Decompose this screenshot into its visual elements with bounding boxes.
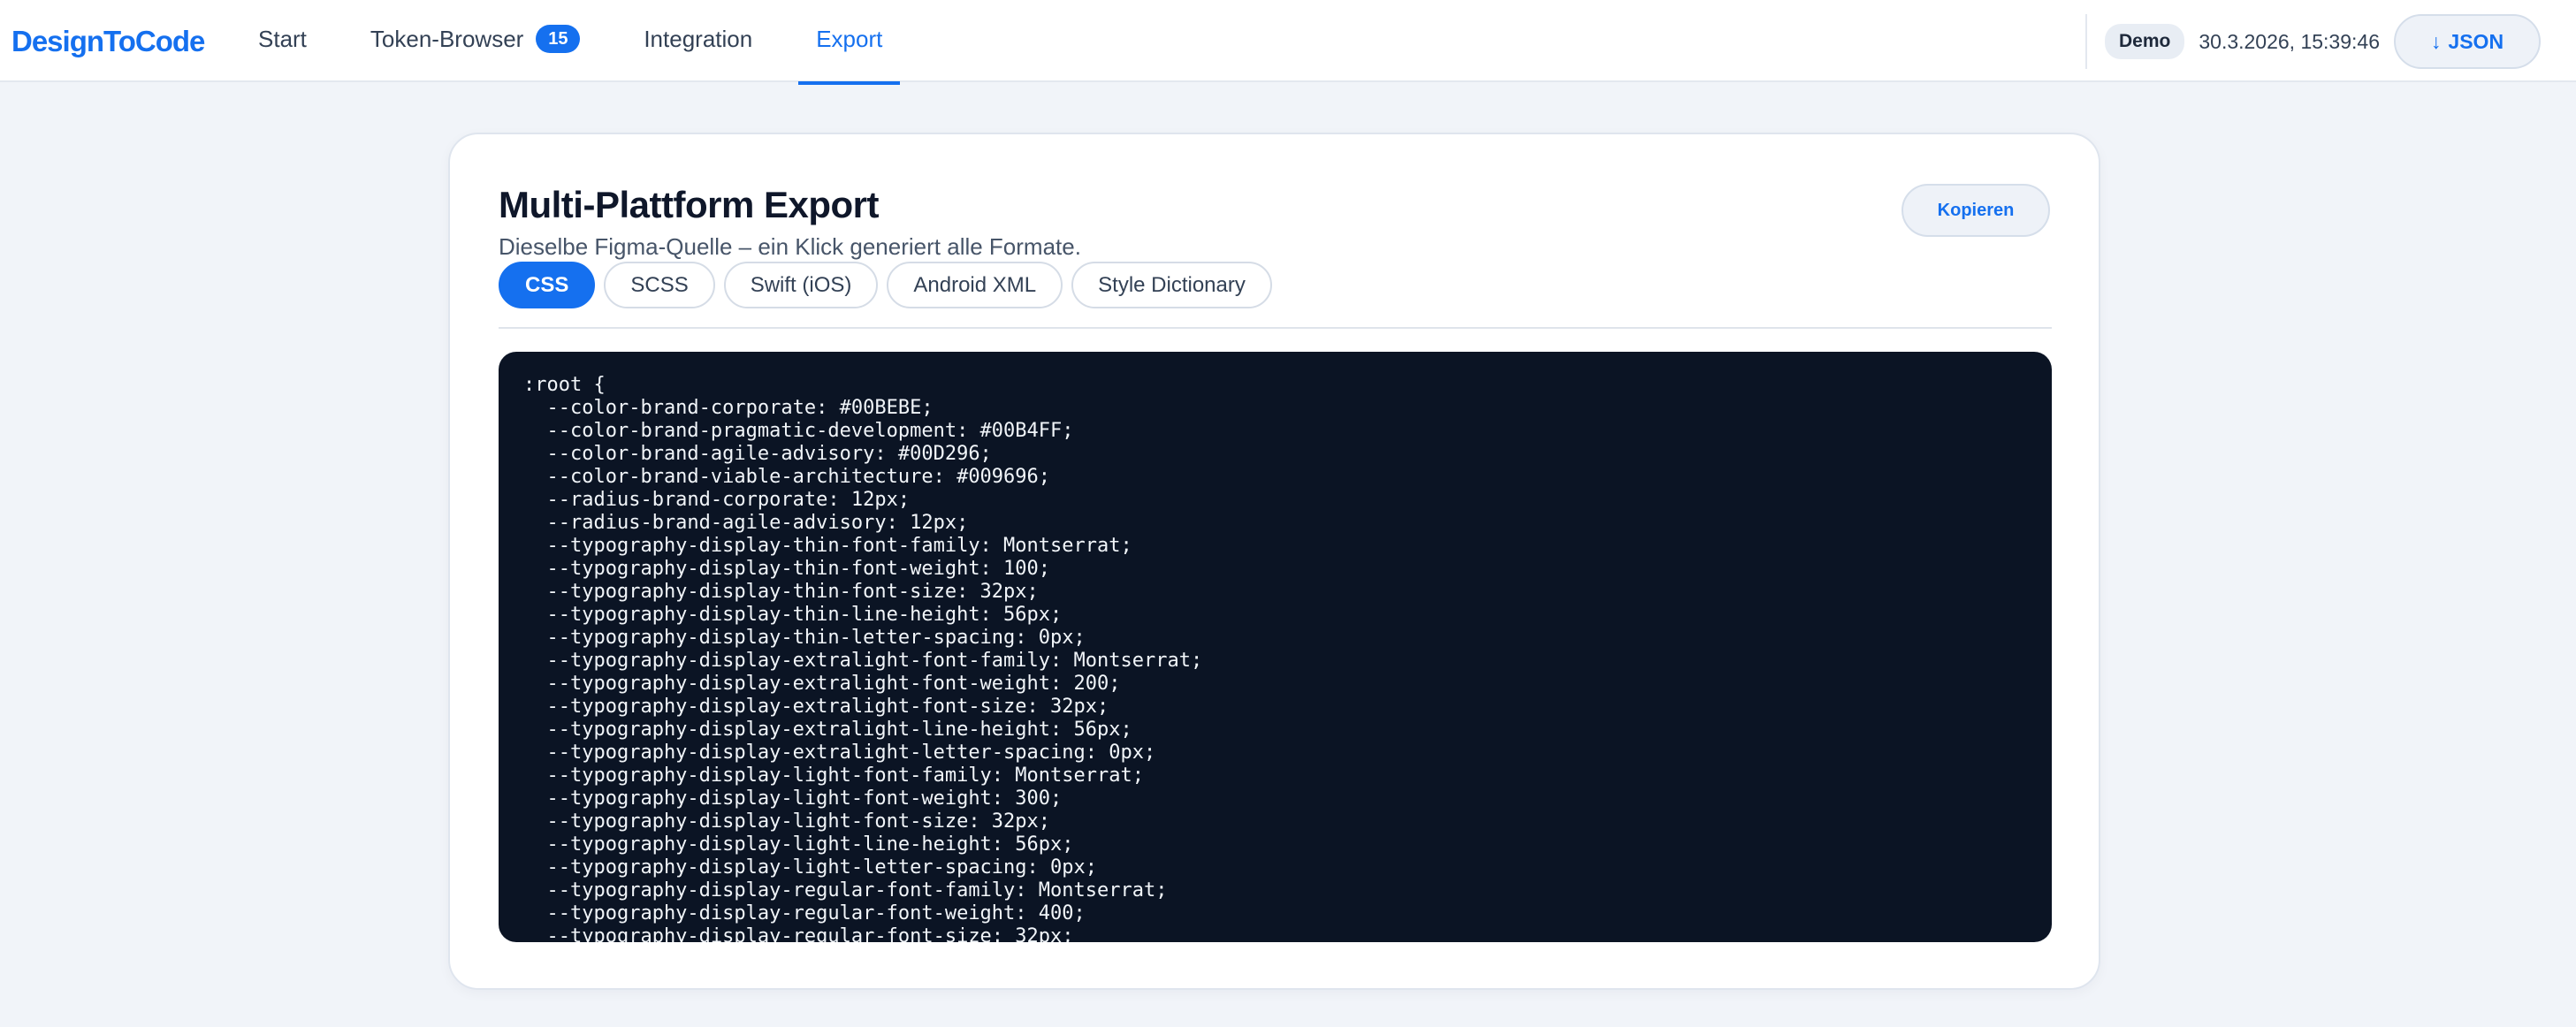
demo-badge: Demo	[2105, 24, 2185, 59]
page-subtitle: Dieselbe Figma-Quelle – ein Klick generi…	[499, 233, 1081, 260]
code-output: :root { --color-brand-corporate: #00BEBE…	[523, 374, 1203, 942]
page-title: Multi-Plattform Export	[499, 184, 879, 225]
nav-item-label: Integration	[644, 25, 753, 52]
header-divider	[2085, 14, 2087, 69]
nav-item-label: Export	[816, 25, 883, 52]
download-json-label: JSON	[2448, 29, 2504, 53]
brand-logo[interactable]: DesignToCode	[11, 25, 205, 58]
code-output-panel[interactable]: :root { --color-brand-corporate: #00BEBE…	[499, 352, 2052, 942]
tab-android-xml[interactable]: Android XML	[887, 262, 1063, 308]
nav-item-export[interactable]: Export	[798, 0, 901, 85]
top-navigation-bar: DesignToCode Start Token-Browser 15 Inte…	[0, 0, 2576, 85]
tab-css[interactable]: CSS	[499, 262, 596, 308]
last-sync-timestamp: 30.3.2026, 15:39:46	[2199, 29, 2380, 53]
token-count-badge: 15	[536, 25, 581, 53]
format-tabs: CSS SCSS Swift (iOS) Android XML Style D…	[499, 262, 1272, 308]
tab-swift-ios[interactable]: Swift (iOS)	[723, 262, 879, 308]
nav-item-token-browser[interactable]: Token-Browser 15	[353, 0, 598, 85]
download-arrow-icon: ↓	[2430, 29, 2442, 53]
export-card: Multi-Plattform Export Dieselbe Figma-Qu…	[448, 133, 2100, 990]
download-json-button[interactable]: ↓ JSON	[2394, 14, 2541, 69]
nav-item-integration[interactable]: Integration	[626, 0, 770, 85]
copy-button[interactable]: Kopieren	[1902, 184, 2050, 237]
tabs-divider	[499, 327, 2052, 329]
header-actions: Demo 30.3.2026, 15:39:46 ↓ JSON	[2085, 14, 2541, 69]
tab-style-dictionary[interactable]: Style Dictionary	[1071, 262, 1272, 308]
nav-item-label: Start	[258, 25, 307, 52]
nav-item-label: Token-Browser	[370, 25, 524, 52]
tab-scss[interactable]: SCSS	[604, 262, 715, 308]
nav-item-start[interactable]: Start	[240, 0, 324, 85]
main-nav: Start Token-Browser 15 Integration Expor…	[240, 0, 928, 85]
